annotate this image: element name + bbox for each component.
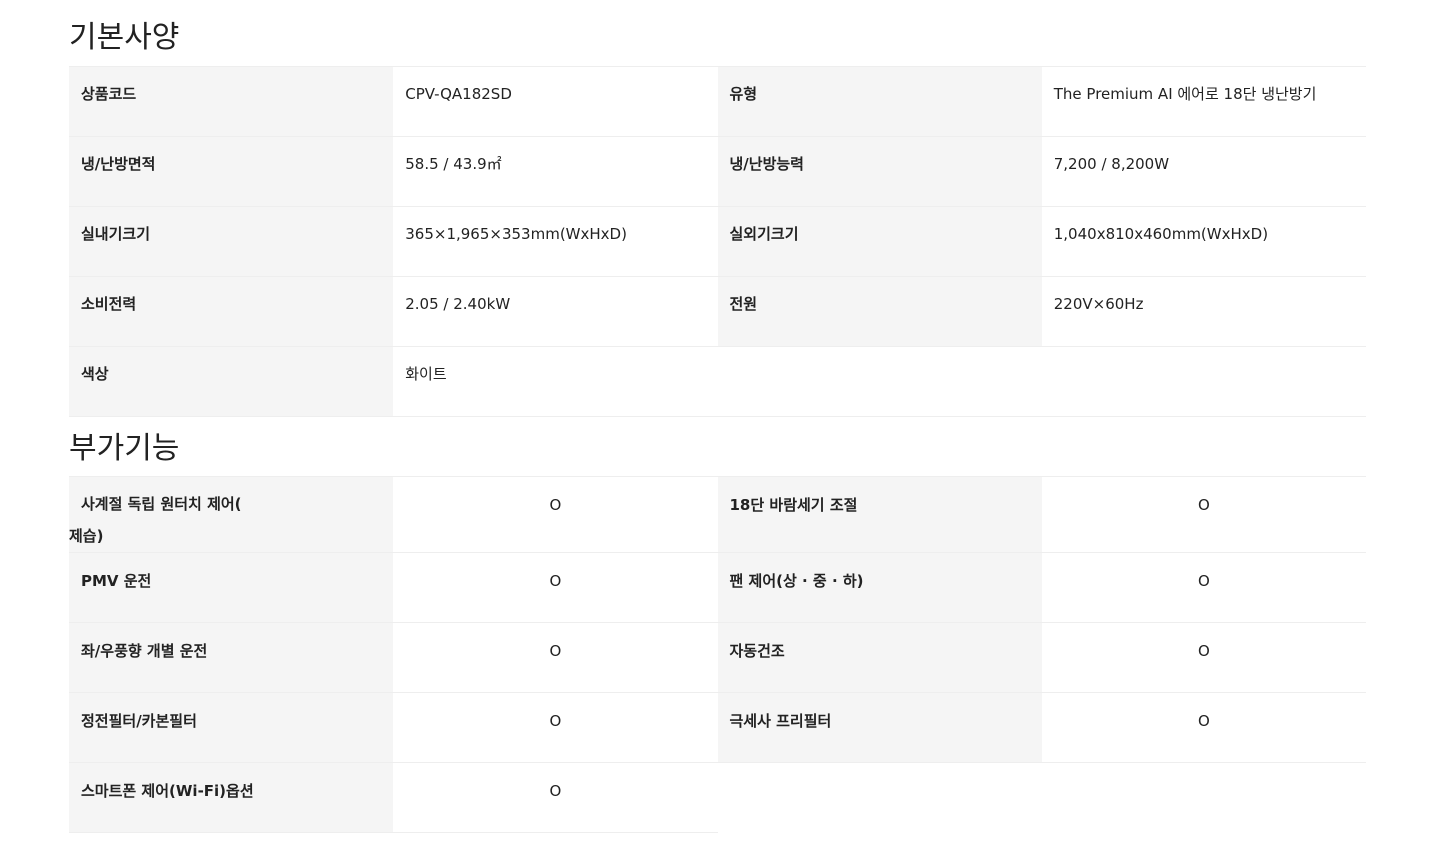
spec-value-outdoor-size: 1,040x810x460mm(WxHxD) — [1041, 206, 1366, 277]
spec-value-color: 화이트 — [393, 346, 718, 417]
spec-label-power-supply: 전원 — [717, 276, 1042, 347]
spec-label-indoor-size: 실내기크기 — [69, 206, 394, 277]
spec-label-area: 냉/난방면적 — [69, 136, 394, 207]
spec-label-type: 유형 — [717, 66, 1042, 137]
feature-value-season-control: O — [393, 476, 718, 553]
empty-cell — [717, 762, 1042, 833]
table-row: 실내기크기 365×1,965×353mm(WxHxD) 실외기크기 1,040… — [69, 206, 1366, 277]
table-row: 상품코드 CPV-QA182SD 유형 The Premium AI 에어로 1… — [69, 66, 1366, 137]
spec-label-color: 색상 — [69, 346, 394, 417]
basic-spec-table: 상품코드 CPV-QA182SD 유형 The Premium AI 에어로 1… — [69, 66, 1366, 417]
empty-cell — [717, 346, 1042, 417]
table-row: PMV 운전 O 팬 제어(상 · 중 · 하) O — [69, 552, 1366, 623]
table-row: 정전필터/카본필터 O 극세사 프리필터 O — [69, 692, 1366, 763]
feature-label-prefilter: 극세사 프리필터 — [717, 692, 1042, 763]
feature-label-wind-speed: 18단 바람세기 조절 — [717, 476, 1042, 553]
feature-label-auto-dry: 자동건조 — [717, 622, 1042, 693]
feature-value-prefilter: O — [1041, 692, 1366, 763]
spec-label-power-consumption: 소비전력 — [69, 276, 394, 347]
section-title-basic-spec: 기본사양 — [69, 20, 180, 55]
spec-value-area: 58.5 / 43.9㎡ — [393, 136, 718, 207]
table-row: 사계절 독립 원터치 제어( 제습) O 18단 바람세기 조절 O — [69, 476, 1366, 553]
table-row: 소비전력 2.05 / 2.40kW 전원 220V×60Hz — [69, 276, 1366, 347]
empty-cell — [1041, 346, 1366, 417]
spec-value-power-supply: 220V×60Hz — [1041, 276, 1366, 347]
section-title-extra-features: 부가기능 — [69, 431, 180, 466]
spec-label-product-code: 상품코드 — [69, 66, 394, 137]
feature-value-pmv: O — [393, 552, 718, 623]
basic-spec-section: 기본사양 상품코드 CPV-QA182SD 유형 The Premium AI … — [69, 0, 1366, 417]
feature-label-wind-direction: 좌/우풍향 개별 운전 — [69, 622, 394, 693]
feature-label-line: 제습) — [69, 527, 104, 545]
spec-value-indoor-size: 365×1,965×353mm(WxHxD) — [393, 206, 718, 277]
table-row: 스마트폰 제어(Wi-Fi)옵션 O — [69, 762, 1366, 833]
feature-value-wind-direction: O — [393, 622, 718, 693]
table-row: 냉/난방면적 58.5 / 43.9㎡ 냉/난방능력 7,200 / 8,200… — [69, 136, 1366, 207]
feature-label-fan-control: 팬 제어(상 · 중 · 하) — [717, 552, 1042, 623]
spec-value-capacity: 7,200 / 8,200W — [1041, 136, 1366, 207]
table-row: 색상 화이트 — [69, 346, 1366, 417]
feature-value-wind-speed: O — [1041, 476, 1366, 553]
empty-cell — [1041, 762, 1366, 833]
feature-value-smartphone: O — [393, 762, 718, 833]
spec-label-outdoor-size: 실외기크기 — [717, 206, 1042, 277]
extra-features-section: 부가기능 사계절 독립 원터치 제어( 제습) O 18단 바람세기 조절 O … — [69, 421, 1366, 833]
feature-value-auto-dry: O — [1041, 622, 1366, 693]
feature-label-smartphone: 스마트폰 제어(Wi-Fi)옵션 — [69, 762, 394, 833]
feature-value-filter: O — [393, 692, 718, 763]
feature-label-pmv: PMV 운전 — [69, 552, 394, 623]
feature-label-filter: 정전필터/카본필터 — [69, 692, 394, 763]
spec-value-product-code: CPV-QA182SD — [393, 66, 718, 137]
spec-value-power-consumption: 2.05 / 2.40kW — [393, 276, 718, 347]
spec-label-capacity: 냉/난방능력 — [717, 136, 1042, 207]
feature-label-line: 사계절 독립 원터치 제어( — [81, 495, 242, 513]
feature-label-season-control: 사계절 독립 원터치 제어( 제습) — [69, 476, 394, 553]
table-row: 좌/우풍향 개별 운전 O 자동건조 O — [69, 622, 1366, 693]
spec-value-type: The Premium AI 에어로 18단 냉난방기 — [1041, 66, 1366, 137]
extra-features-table: 사계절 독립 원터치 제어( 제습) O 18단 바람세기 조절 O PMV 운… — [69, 476, 1366, 833]
feature-value-fan-control: O — [1041, 552, 1366, 623]
